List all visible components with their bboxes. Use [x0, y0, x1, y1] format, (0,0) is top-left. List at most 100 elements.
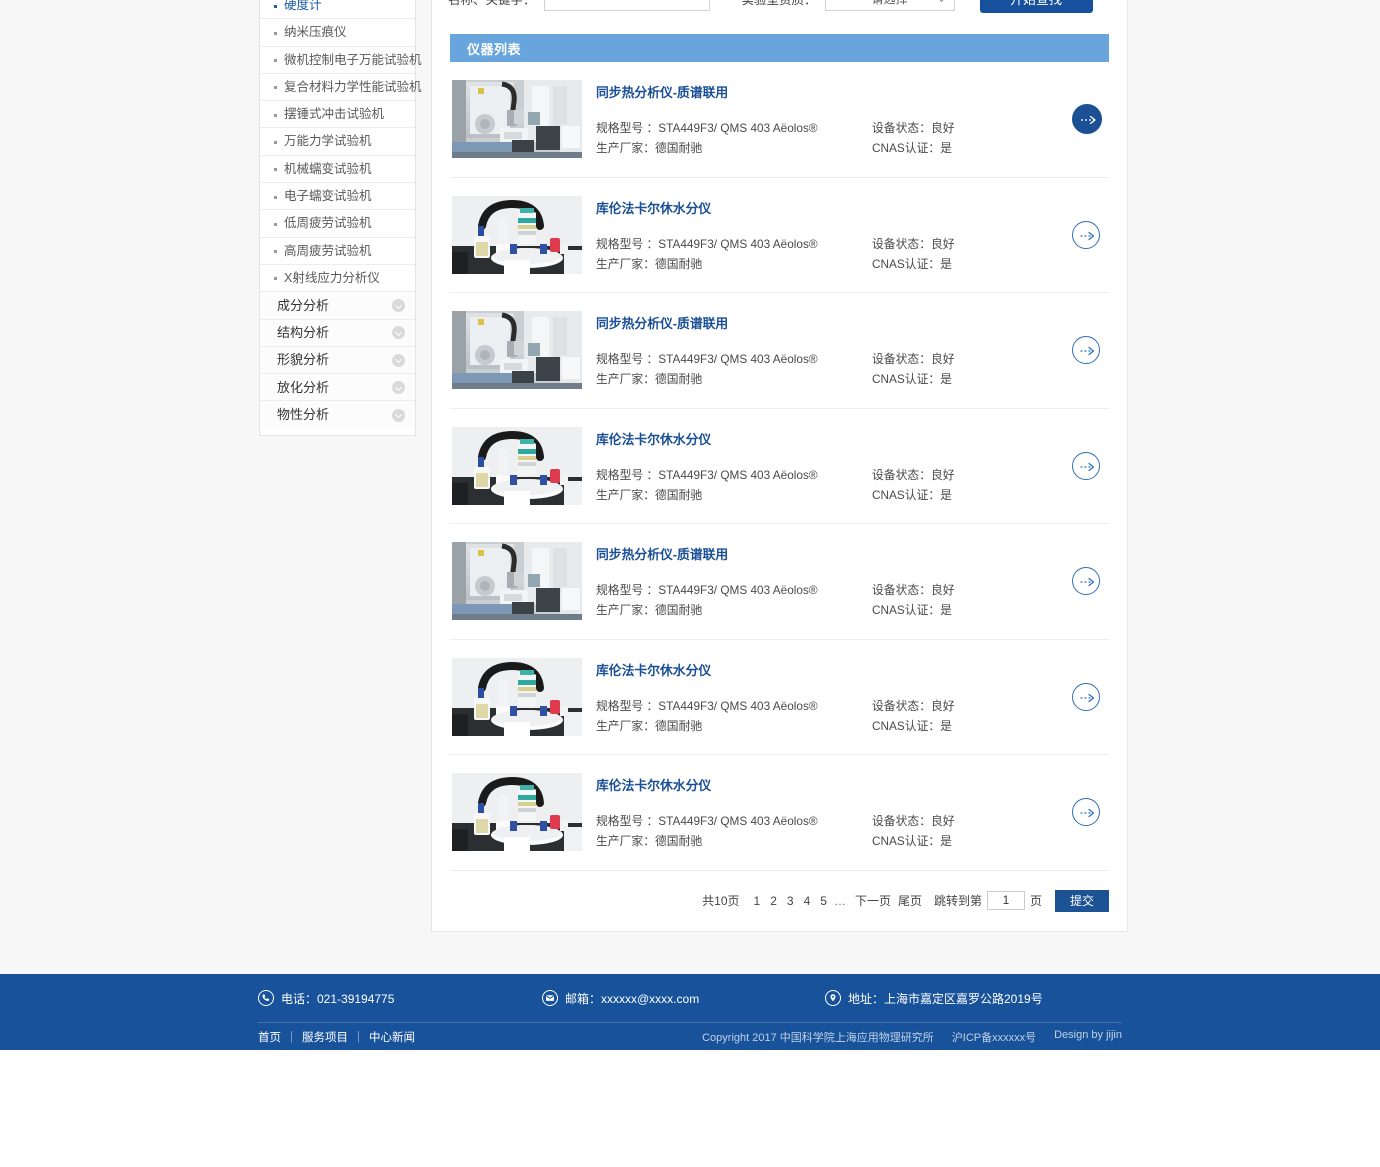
pagination-page-2[interactable]: 2 — [770, 894, 777, 908]
instrument-thumbnail[interactable] — [452, 195, 582, 274]
pagination-last[interactable]: 尾页 — [898, 892, 922, 909]
sidebar-item-1[interactable]: 硬度计 — [260, 0, 415, 20]
instrument-status: 设备状态：良好 — [872, 696, 1072, 716]
cnas-value: 是 — [940, 141, 952, 156]
sidebar-item-5[interactable]: 摆锤式冲击试验机 — [260, 101, 415, 129]
instrument-detail-arrow-button[interactable] — [1072, 451, 1100, 480]
instrument-row[interactable]: 库伦法卡尔休水分仪 规格型号 ：STA449F3/ QMS 403 Aëolos®… — [450, 409, 1109, 524]
sidebar-category-1[interactable]: 成分分析 — [260, 292, 415, 320]
status-label: 设备状态： — [872, 698, 931, 713]
status-label: 设备状态： — [872, 583, 931, 598]
pagination-page-5[interactable]: 5 — [820, 894, 827, 908]
sidebar-category-4[interactable]: 放化分析 — [260, 374, 415, 402]
footer-copyright-group: Copyright 2017 中国科学院上海应用物理研究所 沪ICP备xxxxx… — [702, 1029, 1122, 1045]
status-label: 设备状态： — [872, 814, 931, 829]
instrument-meta-right: 设备状态：良好 CNAS认证：是 — [872, 811, 1072, 851]
pagination-page-3[interactable]: 3 — [787, 894, 794, 908]
qualification-select[interactable]: 请选择 — [824, 0, 955, 11]
instrument-thumbnail[interactable] — [452, 311, 582, 390]
instrument-detail-arrow-button[interactable] — [1072, 798, 1100, 827]
page-root: 硬度计 纳米压痕仪微机控制电子万能试验机复合材料力学性能试验机 摆锤式冲击试验机 万能… — [0, 0, 1380, 1167]
pagination-submit-button[interactable]: 提交 — [1055, 889, 1109, 912]
instrument-meta-left: 规格型号 ：STA449F3/ QMS 403 Aëolos® 生产厂家：德国耐驰 — [596, 696, 872, 736]
instrument-row[interactable]: 同步热分析仪-质谱联用 规格型号 ：STA449F3/ QMS 403 Aëolo… — [450, 524, 1109, 640]
chevron-down-icon[interactable] — [392, 380, 405, 394]
sidebar-item-4[interactable]: 复合材料力学性能试验机 — [260, 74, 422, 102]
instrument-detail-arrow-button[interactable] — [1072, 220, 1100, 249]
search-bar: 名称、关键字： 实验室资质： 请选择 开始查找 — [432, 0, 1127, 34]
sidebar-item-label: 高周疲劳试验机 — [284, 243, 372, 258]
instrument-detail-arrow-button[interactable] — [1072, 682, 1100, 711]
instrument-row[interactable]: 库伦法卡尔休水分仪 规格型号 ：STA449F3/ QMS 403 Aëolos®… — [450, 178, 1109, 293]
model-value: STA449F3/ QMS 403 Aëolos® — [658, 583, 818, 598]
instrument-title[interactable]: 同步热分析仪-质谱联用 — [596, 313, 1072, 332]
instrument-meta-right: 设备状态：良好 CNAS认证：是 — [872, 580, 1072, 620]
sidebar-item-11[interactable]: X射线应力分析仪 — [260, 265, 415, 293]
sidebar-category-label: 结构分析 — [277, 325, 330, 341]
footer-nav-item-2[interactable]: 服务项目 — [302, 1029, 348, 1045]
footer-icp[interactable]: 沪ICP备xxxxxx号 — [952, 1029, 1036, 1045]
sidebar-item-7[interactable]: 机械蠕变试验机 — [260, 156, 415, 184]
sidebar-item-9[interactable]: 低周疲劳试验机 — [260, 210, 415, 238]
cnas-value: 是 — [940, 256, 952, 271]
chevron-down-icon[interactable] — [392, 353, 405, 367]
instrument-title[interactable]: 库伦法卡尔休水分仪 — [596, 660, 1072, 679]
instrument-detail-arrow-button[interactable] — [1072, 336, 1100, 365]
sidebar-item-label: 微机控制电子万能试验机 — [284, 52, 422, 67]
instrument-thumbnail[interactable] — [452, 657, 582, 736]
chevron-down-icon[interactable] — [392, 298, 405, 312]
instrument-detail-arrow-button[interactable] — [1072, 567, 1100, 596]
instrument-manufacturer: 生产厂家：德国耐驰 — [596, 369, 872, 389]
instrument-model: 规格型号 ：STA449F3/ QMS 403 Aëolos® — [596, 580, 872, 600]
instrument-row[interactable]: 库伦法卡尔休水分仪 规格型号 ：STA449F3/ QMS 403 Aëolos®… — [450, 640, 1109, 755]
pagination-next[interactable]: 下一页 — [855, 892, 891, 909]
sidebar-category-2[interactable]: 结构分析 — [260, 319, 415, 347]
footer-nav-item-3[interactable]: 中心新闻 — [369, 1029, 415, 1045]
footer-bottom: 首页 | 服务项目 | 中心新闻 Copyright 2017 中国科学院上海应用物理研… — [0, 1023, 1380, 1050]
sidebar-category-3[interactable]: 形貌分析 — [260, 346, 415, 375]
pagination-jump-suffix: 页 — [1029, 894, 1042, 908]
start-search-button[interactable]: 开始查找 — [979, 0, 1093, 13]
sidebar-category-5[interactable]: 物性分析 — [260, 401, 415, 429]
instrument-title[interactable]: 同步热分析仪-质谱联用 — [596, 82, 1072, 101]
qualification-group: 实验室资质： 请选择 — [742, 0, 955, 11]
instrument-thumbnail[interactable] — [452, 80, 582, 159]
footer-nav-item-1[interactable]: 首页 — [258, 1029, 281, 1045]
instrument-row[interactable]: 同步热分析仪-质谱联用规格型号 ：STA449F3/ QMS 403 Aëolo… — [450, 62, 1109, 178]
instrument-model: 规格型号 ：STA449F3/ QMS 403 Aëolos® — [596, 696, 872, 716]
arrow-right-icon — [1081, 116, 1096, 125]
instrument-thumbnail[interactable] — [452, 542, 582, 621]
sidebar-category-list: 成分分析结构分析形貌分析 放化分析 物性分析 — [260, 292, 415, 429]
sidebar-item-3[interactable]: 微机控制电子万能试验机 — [260, 47, 422, 74]
sidebar-item-10[interactable]: 高周疲劳试验机 — [260, 238, 415, 265]
manufacturer-value: 德国耐驰 — [655, 256, 703, 271]
footer-email-text: 邮箱：xxxxxx@xxxx.com — [565, 991, 700, 1006]
instrument-title[interactable]: 库伦法卡尔休水分仪 — [596, 198, 1072, 217]
instrument-row[interactable]: 同步热分析仪-质谱联用 规格型号 ：STA449F3/ QMS 403 Aëolo… — [450, 293, 1109, 409]
instrument-meta: 规格型号 ：STA449F3/ QMS 403 Aëolos® 生产厂家：德国耐驰… — [596, 118, 1072, 158]
pagination-jump-input[interactable] — [986, 891, 1025, 910]
instrument-info: 同步热分析仪-质谱联用 规格型号 ：STA449F3/ QMS 403 Aëolo… — [596, 311, 1072, 389]
instrument-info: 库伦法卡尔休水分仪 规格型号 ：STA449F3/ QMS 403 Aëolos®… — [596, 427, 1072, 505]
instrument-detail-arrow-button[interactable] — [1072, 104, 1102, 135]
instrument-title[interactable]: 库伦法卡尔休水分仪 — [596, 429, 1072, 448]
chevron-down-icon[interactable] — [392, 408, 405, 422]
instrument-thumbnail[interactable] — [452, 426, 582, 505]
sidebar-item-6[interactable]: 万能力学试验机 — [260, 128, 415, 156]
phone-icon — [258, 990, 274, 1006]
pagination-page-4[interactable]: 4 — [804, 894, 811, 908]
search-input[interactable] — [543, 0, 710, 11]
pagination-page-1[interactable]: 1 — [754, 894, 761, 908]
instrument-thumbnail[interactable] — [452, 773, 582, 852]
instrument-row[interactable]: 库伦法卡尔休水分仪 规格型号 ：STA449F3/ QMS 403 Aëolos®… — [450, 755, 1109, 871]
instrument-status: 设备状态：良好 — [872, 349, 1072, 369]
sidebar-item-2[interactable]: 纳米压痕仪 — [260, 19, 415, 47]
footer-address: 地址：上海市嘉定区嘉罗公路2019号 — [825, 990, 1043, 1007]
chevron-down-icon[interactable] — [392, 326, 405, 340]
instrument-title[interactable]: 同步热分析仪-质谱联用 — [596, 544, 1072, 563]
sidebar-item-label: 低周疲劳试验机 — [284, 216, 372, 231]
sidebar-item-8[interactable]: 电子蠕变试验机 — [260, 183, 415, 211]
arrow-right-icon — [1080, 693, 1095, 702]
instrument-title[interactable]: 库伦法卡尔休水分仪 — [596, 775, 1072, 794]
pagination-total: 共10页 — [702, 894, 740, 908]
